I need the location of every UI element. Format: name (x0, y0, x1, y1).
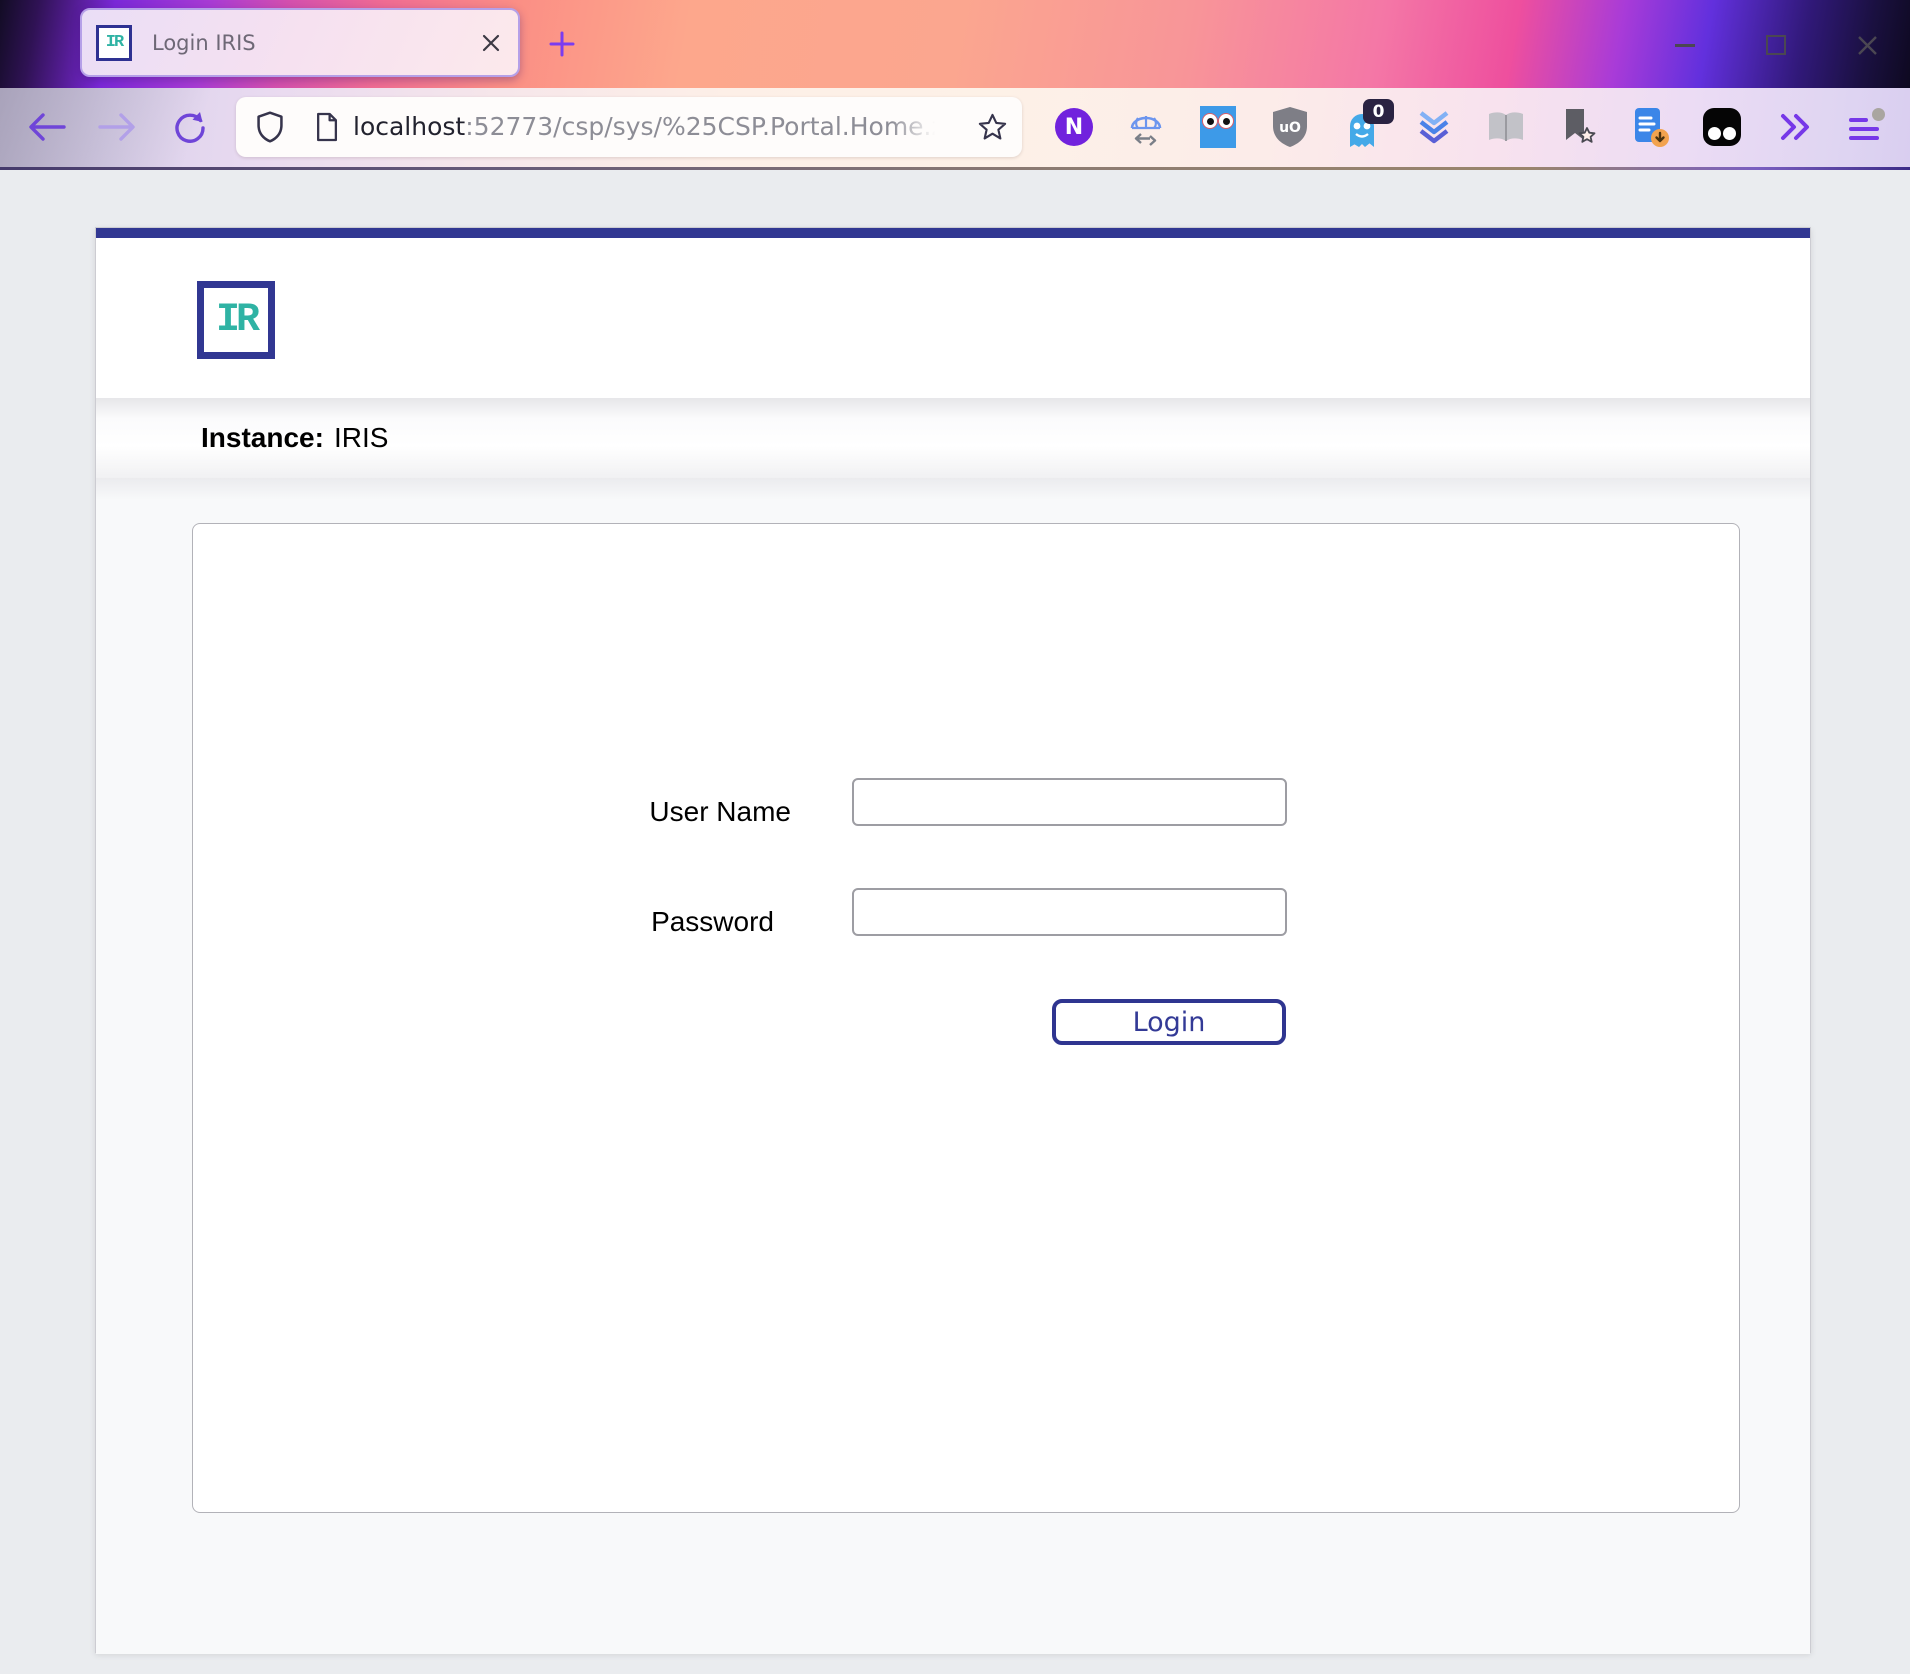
ghostery-extension-icon[interactable]: 0 (1340, 105, 1384, 149)
tab-title: Login IRIS (152, 31, 478, 55)
url-bar[interactable]: localhost:52773/csp/sys/%25CSP.Portal.Ho… (236, 97, 1022, 157)
reader-book-extension-icon[interactable] (1484, 105, 1528, 149)
tab-close-icon[interactable] (478, 30, 504, 56)
url-host: localhost (353, 112, 465, 141)
username-label: User Name (193, 796, 791, 828)
page-viewport: IR Instance: IRIS User Name Password Log… (0, 170, 1910, 1674)
login-body: User Name Password Login (96, 478, 1810, 1654)
ublock-extension-icon[interactable]: uO (1268, 105, 1312, 149)
iris-favicon: IR (96, 25, 132, 61)
minimize-button[interactable] (1662, 25, 1708, 65)
page-info-icon[interactable] (314, 112, 339, 142)
norton-extension-icon[interactable]: N (1052, 105, 1096, 149)
maximize-button[interactable] (1753, 25, 1799, 65)
shield-icon[interactable] (256, 111, 284, 143)
tab-login-iris[interactable]: IR Login IRIS (80, 8, 520, 77)
tab-bar: IR Login IRIS (0, 0, 1910, 88)
username-input[interactable] (852, 778, 1287, 826)
window-controls (1662, 25, 1890, 65)
url-path: :52773/csp/sys/%25CSP.Portal.Home.zen (465, 112, 943, 141)
googly-eyes-extension-icon[interactable] (1196, 105, 1240, 149)
login-panel: User Name Password Login (192, 523, 1740, 1513)
instance-label: Instance: (201, 422, 324, 454)
menu-notification-dot (1872, 108, 1885, 121)
dark-reader-extension-icon[interactable] (1700, 105, 1744, 149)
ublock-label: uO (1279, 120, 1301, 136)
ghostery-badge: 0 (1363, 99, 1394, 124)
close-button[interactable] (1844, 25, 1890, 65)
iris-logo: IR (197, 281, 275, 359)
menu-hamburger-icon[interactable] (1844, 105, 1888, 149)
login-page-card: IR Instance: IRIS User Name Password Log… (95, 227, 1811, 1653)
url-text[interactable]: localhost:52773/csp/sys/%25CSP.Portal.Ho… (353, 97, 943, 157)
back-icon[interactable] (26, 111, 68, 143)
page-top-accent-bar (96, 228, 1810, 238)
browser-window: IR Login IRIS (0, 0, 1910, 1674)
extension-row: N uO 0 (1052, 105, 1888, 149)
bookmarks-extension-icon[interactable] (1556, 105, 1600, 149)
instance-value: IRIS (334, 422, 388, 454)
translate-extension-icon[interactable] (1124, 105, 1168, 149)
instance-bar: Instance: IRIS (96, 398, 1810, 478)
reload-icon[interactable] (171, 110, 207, 146)
new-tab-button[interactable] (547, 29, 577, 59)
password-input[interactable] (852, 888, 1287, 936)
forward-icon[interactable] (96, 111, 138, 143)
overflow-chevron-icon[interactable] (1772, 105, 1816, 149)
doc-download-extension-icon[interactable] (1628, 105, 1672, 149)
bookmark-star-icon[interactable] (977, 112, 1008, 143)
page-header: IR (96, 238, 1810, 398)
password-label: Password (193, 906, 774, 938)
login-button[interactable]: Login (1052, 999, 1286, 1045)
chevrons-extension-icon[interactable] (1412, 105, 1456, 149)
